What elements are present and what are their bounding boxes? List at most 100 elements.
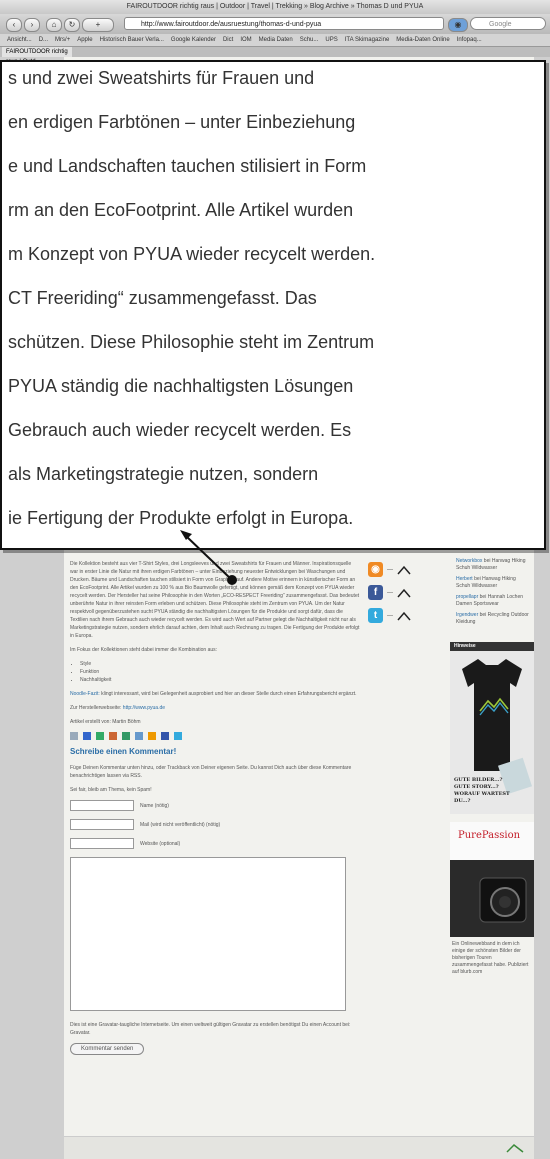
twitter-icon[interactable]: t — [368, 608, 383, 623]
social-label: — — [387, 566, 393, 573]
maker-link[interactable]: http://www.pyua.de — [123, 705, 165, 711]
zoom-text-line: en erdigen Farbtönen – unter Einbeziehun… — [8, 112, 356, 132]
share-bar — [70, 732, 360, 740]
social-row-facebook[interactable]: f — — [368, 581, 450, 604]
email-field-label: Mail (wird nicht veröffentlicht) (nötig) — [140, 821, 221, 828]
tab-active[interactable]: FAIROUTDOOR richtig raus | Outd... — [2, 47, 72, 65]
home-icon[interactable]: ⌂ — [46, 18, 62, 32]
recent-comment-author[interactable]: Herbert — [456, 576, 473, 582]
share-icon[interactable] — [161, 732, 169, 740]
share-icon[interactable] — [83, 732, 91, 740]
maker-label: Zur Herstellerwebseite: — [70, 705, 123, 711]
url-text: http://www.fairoutdoor.de/ausruestung/th… — [141, 21, 322, 28]
comment-intro: Füge Deinen Kommentar unten hinzu, oder … — [70, 765, 352, 779]
share-icon[interactable] — [174, 732, 182, 740]
noodle-fazit: Noodle-Fazit: klingt interessant, wird b… — [70, 690, 360, 698]
name-field-row: Name (nötig) — [70, 800, 360, 811]
article-body: Die Kollektion besteht aus vier T-Shirt … — [70, 560, 360, 1055]
share-icon[interactable] — [135, 732, 143, 740]
author-line: Artikel erstellt von: Martin Böhm — [70, 719, 141, 725]
recent-comment-author[interactable]: Irgendwer — [456, 612, 478, 618]
recent-comment-item: Herbert bei Hanwag Hiking Schuh Wildwass… — [456, 576, 530, 590]
bookmark-item[interactable]: Mrs/+ — [55, 37, 70, 43]
website-field[interactable] — [70, 838, 134, 849]
zoom-text-line: s und zwei Sweatshirts für Frauen und — [8, 68, 315, 88]
list-item: Nachhaltigkeit — [80, 676, 360, 684]
list-item: Style — [80, 660, 360, 668]
comment-textarea[interactable] — [70, 857, 346, 1011]
website-field-label: Website (optional) — [140, 840, 181, 847]
website-field-row: Website (optional) — [70, 838, 360, 849]
purepassion-ad[interactable]: PurePassion — [450, 822, 534, 937]
bookmark-item[interactable]: Historisch Bauer Verla... — [100, 37, 164, 43]
bookmark-item[interactable]: Apple — [77, 37, 92, 43]
rss-icon[interactable]: ◉ — [448, 18, 468, 32]
recent-comment-author[interactable]: Networkbox — [456, 558, 482, 564]
share-icon[interactable] — [70, 732, 78, 740]
bookmark-item[interactable]: ITA Skimagazine — [345, 37, 390, 43]
camera-icon — [479, 877, 527, 923]
share-icon[interactable] — [148, 732, 156, 740]
bookmarks-bar: Ansicht... D... Mrs/+ Apple Historisch Bauer… — [0, 34, 550, 47]
bookmark-item[interactable]: Ansicht... — [7, 37, 32, 43]
tab-bar: FAIROUTDOOR richtig raus | Outd... — [0, 47, 550, 65]
social-links: ◉ — f — t — — [368, 558, 450, 627]
social-row-rss[interactable]: ◉ — — [368, 558, 450, 581]
bookmark-item[interactable]: D... — [39, 37, 48, 43]
tshirt-ad-image[interactable]: GUTE BILDER...? GUTE STORY...? WORAUF WA… — [450, 651, 534, 814]
social-row-twitter[interactable]: t — — [368, 604, 450, 627]
zoom-text-line: m Konzept von PYUA wieder recycelt werde… — [8, 244, 376, 264]
rss-icon[interactable]: ◉ — [368, 562, 383, 577]
bookmark-item[interactable]: Dict — [223, 37, 233, 43]
search-placeholder: Google — [489, 21, 512, 28]
zoom-text-line: ie Fertigung der Produkte erfolgt in Eur… — [8, 508, 354, 528]
mountain-icon — [397, 565, 411, 574]
mountain-icon — [397, 588, 411, 597]
social-label: — — [387, 612, 393, 619]
mail-field-row: Mail (wird nicht veröffentlicht) (nötig) — [70, 819, 360, 830]
noodle-text: klingt interessant, wird bei Gelegenheit… — [99, 691, 357, 697]
zoom-text-line: schützen. Diese Philosophie steht im Zen… — [8, 332, 375, 352]
name-field-label: Name (nötig) — [140, 802, 169, 809]
window-title: FAIROUTDOOR richtig raus | Outdoor | Tra… — [0, 0, 550, 14]
shirt-slogan: GUTE BILDER...? GUTE STORY...? WORAUF WA… — [454, 777, 510, 804]
bookmark-item[interactable]: Media Daten — [259, 37, 293, 43]
back-button[interactable]: ‹ — [6, 18, 22, 32]
zoom-text-line: Gebrauch auch wieder recycelt werden. Es — [8, 420, 352, 440]
address-bar[interactable]: http://www.fairoutdoor.de/ausruestung/th… — [124, 17, 444, 30]
share-icon[interactable] — [122, 732, 130, 740]
hinweise-header: Hinweise — [450, 642, 534, 651]
bookmark-item[interactable]: UPS — [325, 37, 337, 43]
noodle-link[interactable]: Noodle-Fazit: — [70, 691, 100, 697]
bookmark-item[interactable]: Google Kalender — [171, 37, 216, 43]
recent-comment-item: Irgendwer bei Recycling Outdoor Kleidung — [456, 612, 530, 626]
email-field[interactable] — [70, 819, 134, 830]
page-footer — [64, 1136, 534, 1159]
name-field[interactable] — [70, 800, 134, 811]
zoom-text-line: CT Freeriding“ zusammengefasst. Das — [8, 288, 317, 308]
submit-comment-button[interactable]: Kommentar senden — [70, 1043, 145, 1055]
zoom-text-line: PYUA ständig die nachhaltigsten Lösungen — [8, 376, 354, 396]
share-icon[interactable] — [96, 732, 104, 740]
mountain-icon — [397, 611, 411, 620]
share-icon[interactable] — [109, 732, 117, 740]
reload-icon[interactable]: ↻ — [64, 18, 80, 32]
social-label: — — [387, 589, 393, 596]
bookmark-item[interactable]: Media-Daten Online — [396, 37, 449, 43]
purepassion-caption: Ein Onlinewebband in dem ich einige der … — [452, 941, 529, 975]
comment-heading: Schreibe einen Kommentar! — [70, 747, 177, 756]
bookmark-item[interactable]: Schu... — [300, 37, 319, 43]
zoom-text-line: als Marketingstrategie nutzen, sondern — [8, 464, 319, 484]
recent-comment-author[interactable]: propellapr — [456, 594, 478, 600]
add-bookmark-button[interactable]: + — [82, 18, 114, 32]
facebook-icon[interactable]: f — [368, 585, 383, 600]
maker-line: Zur Herstellerwebseite: http://www.pyua.… — [70, 704, 360, 712]
navigation-toolbar: ‹ › ⌂ ↻ + http://www.fairoutdoor.de/ausr… — [0, 14, 550, 34]
search-input[interactable]: Google — [470, 17, 546, 30]
forward-button[interactable]: › — [24, 18, 40, 32]
bookmark-item[interactable]: Infopaq... — [457, 37, 482, 43]
zoom-callout: s und zwei Sweatshirts für Frauen und en… — [0, 60, 546, 550]
bookmark-item[interactable]: IOM — [240, 37, 251, 43]
list-item: Funktion — [80, 668, 360, 676]
recent-comment-item: Networkbox bei Hanwag Hiking Schuh Wildw… — [456, 558, 530, 572]
